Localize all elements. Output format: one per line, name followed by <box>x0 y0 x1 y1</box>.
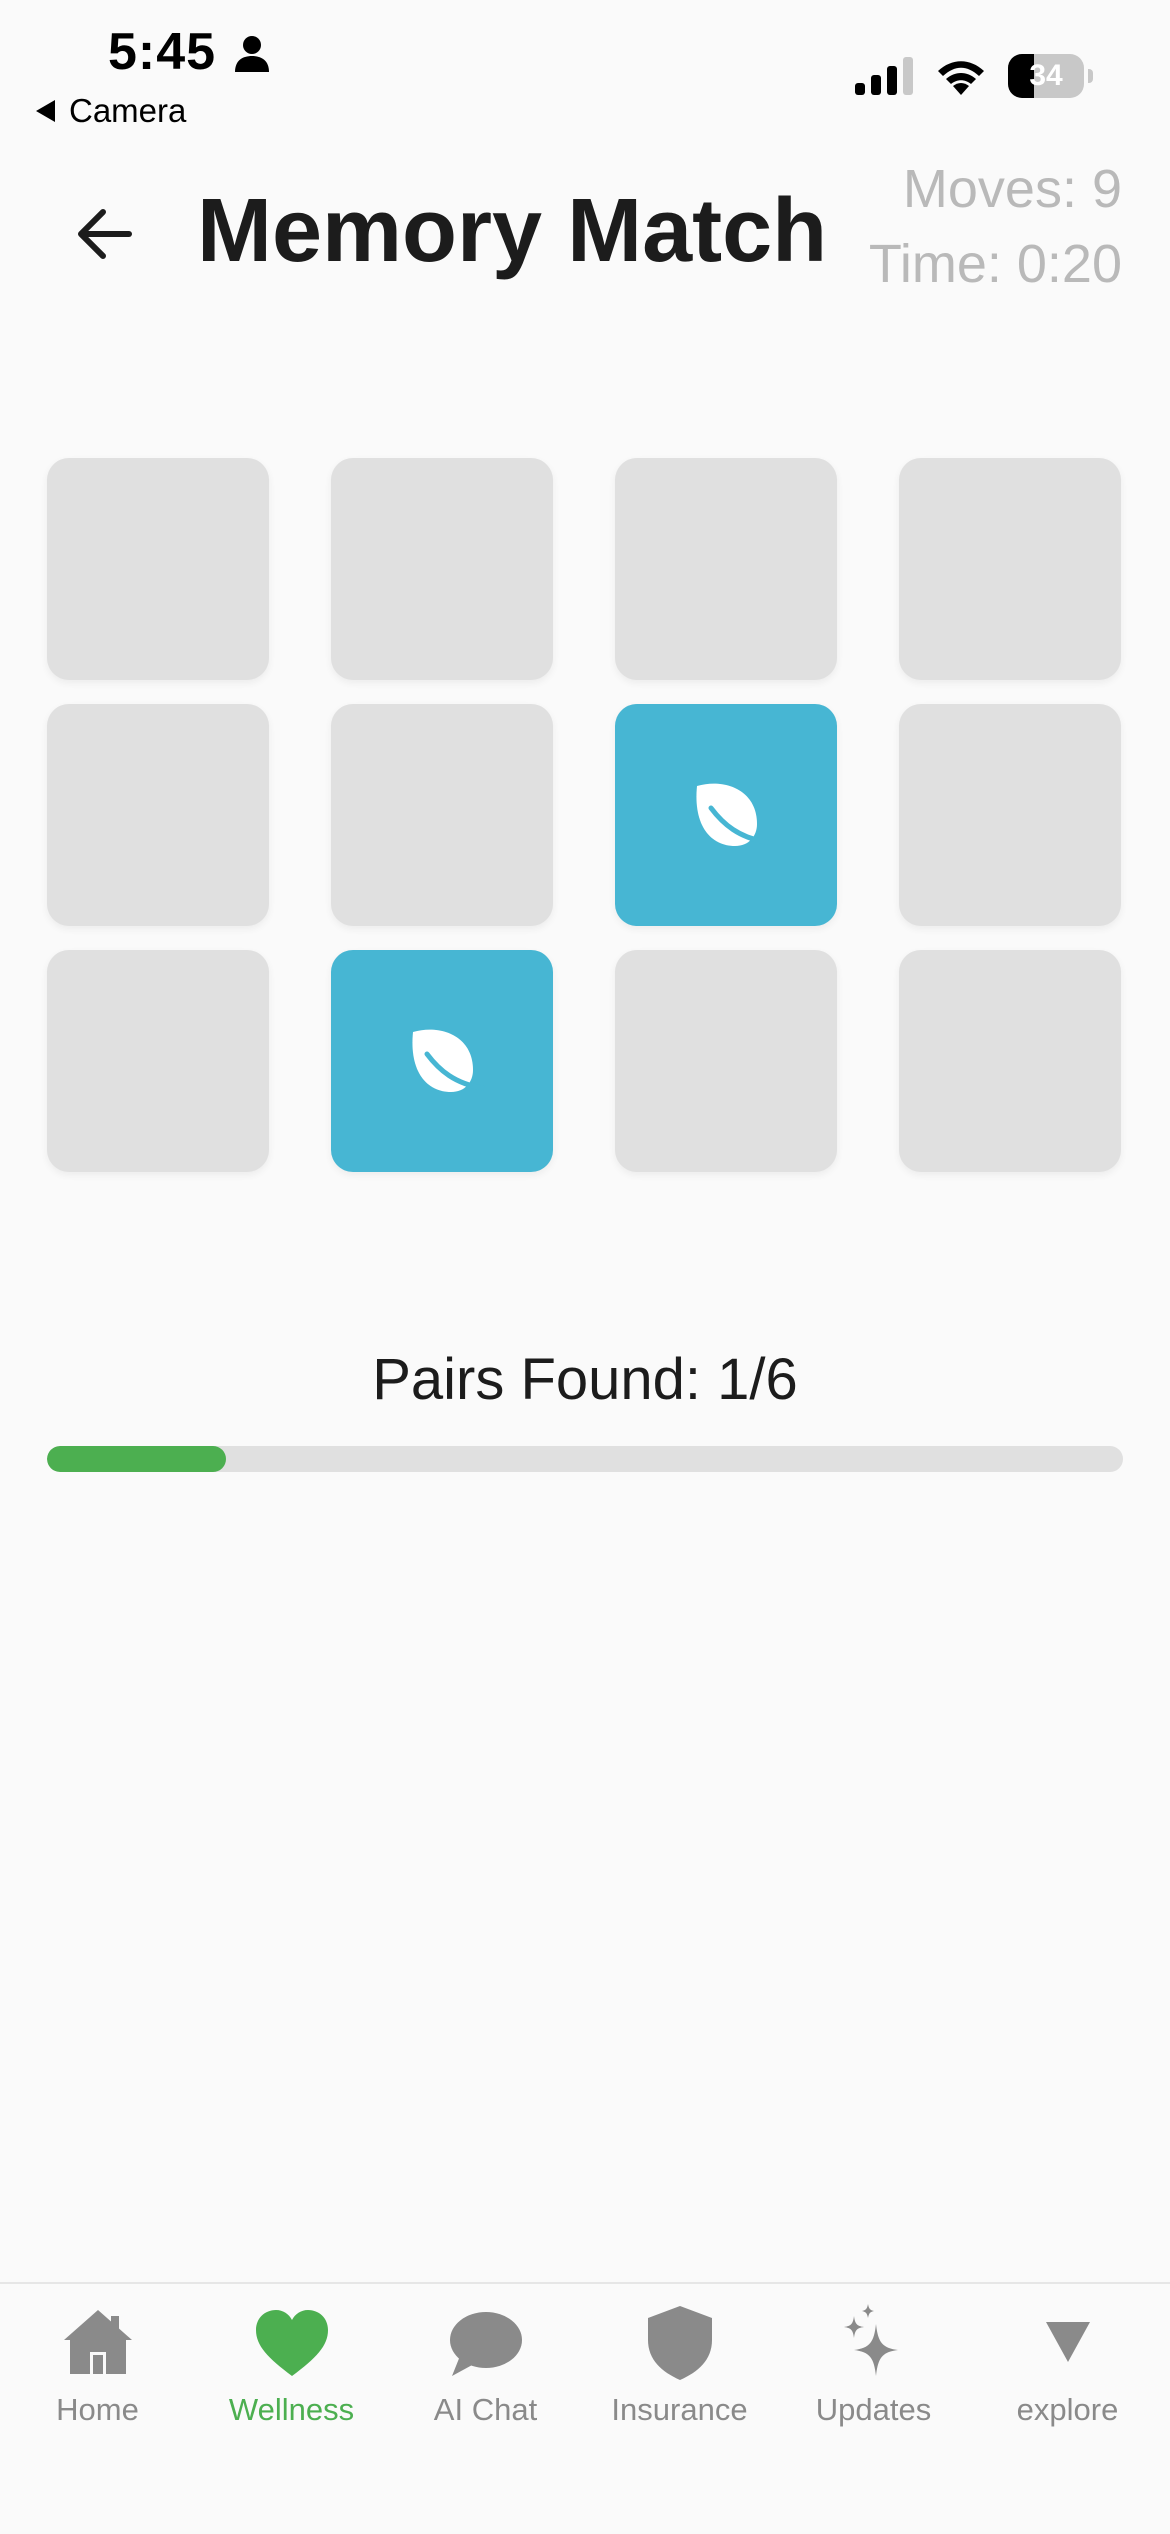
leaf-icon <box>412 1029 485 1092</box>
back-button[interactable] <box>62 192 146 276</box>
tab-home[interactable]: Home <box>0 2300 195 2440</box>
home-icon <box>63 2310 132 2374</box>
progress-fill <box>47 1446 227 1472</box>
wifi-icon <box>938 61 984 95</box>
pairs-found-label: Pairs Found: 1/6 <box>372 1347 798 1412</box>
memory-card-flipped[interactable] <box>331 950 553 1172</box>
tab-label: explore <box>1016 2392 1119 2427</box>
memory-card-flipped[interactable] <box>615 704 837 926</box>
tab-updates[interactable]: Updates <box>776 2300 971 2440</box>
cellular-signal-icon <box>855 57 913 95</box>
triangle-down-icon <box>1045 2322 1090 2362</box>
tab-insurance[interactable]: Insurance <box>582 2300 777 2440</box>
leaf-icon <box>696 783 769 846</box>
tab-label: AI Chat <box>433 2392 538 2427</box>
tab-bar: Home Wellness AI Chat Insurance Updates … <box>0 2282 1170 2534</box>
battery-icon: 34 <box>1008 54 1094 98</box>
shield-icon <box>647 2306 712 2380</box>
chat-bubble-icon <box>449 2312 522 2376</box>
timer: Time: 0:20 <box>868 234 1122 294</box>
memory-card[interactable] <box>47 950 269 1172</box>
tab-wellness[interactable]: Wellness <box>194 2300 389 2440</box>
memory-card[interactable] <box>47 458 269 680</box>
person-icon <box>235 36 269 72</box>
card-grid <box>47 458 1123 1172</box>
status-bar: 5:45 Camera 34 <box>0 0 1170 140</box>
tab-label: Wellness <box>228 2392 355 2427</box>
memory-card[interactable] <box>899 950 1121 1172</box>
tab-explore[interactable]: explore <box>970 2300 1165 2440</box>
memory-card[interactable] <box>615 950 837 1172</box>
tab-label: Insurance <box>611 2392 748 2427</box>
sparkles-icon <box>843 2304 898 2376</box>
tab-label: Updates <box>815 2392 932 2427</box>
memory-card[interactable] <box>331 704 553 926</box>
memory-card[interactable] <box>899 458 1121 680</box>
page-title: Memory Match <box>197 181 828 281</box>
game-stats: Moves: 9 Time: 0:20 <box>869 152 1122 302</box>
memory-card[interactable] <box>615 458 837 680</box>
tab-ai-chat[interactable]: AI Chat <box>388 2300 583 2440</box>
memory-card[interactable] <box>331 458 553 680</box>
arrow-left-icon <box>78 209 132 259</box>
back-triangle-icon <box>36 100 55 122</box>
battery-percent: 34 <box>1029 59 1063 92</box>
moves-counter: Moves: 9 <box>902 159 1122 219</box>
status-time: 5:45 <box>108 23 217 81</box>
back-to-camera-link[interactable]: Camera <box>36 92 186 130</box>
memory-card[interactable] <box>899 704 1121 926</box>
memory-card[interactable] <box>47 704 269 926</box>
back-app-label: Camera <box>69 92 187 129</box>
tab-label: Home <box>56 2392 139 2427</box>
heart-icon <box>255 2310 328 2376</box>
progress-bar <box>47 1446 1123 1472</box>
